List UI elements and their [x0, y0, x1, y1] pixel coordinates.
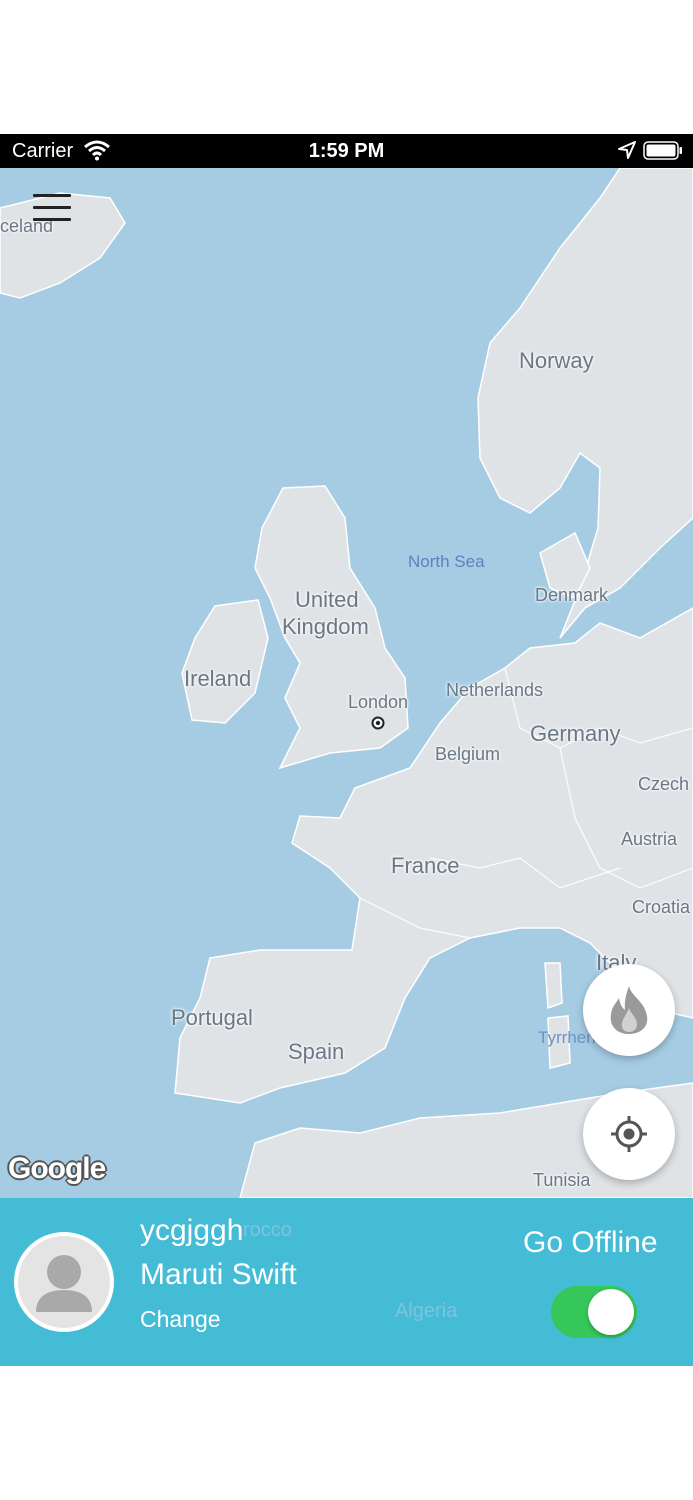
heatmap-button[interactable]	[583, 964, 675, 1056]
map-view[interactable]: celand Norway North Sea Denmark United K…	[0, 168, 693, 1198]
avatar[interactable]	[14, 1232, 114, 1332]
map-label-tunisia: Tunisia	[533, 1170, 591, 1190]
car-name: Maruti Swift	[140, 1258, 297, 1291]
map-label-norway: Norway	[519, 348, 594, 373]
map-label-portugal: Portugal	[171, 1005, 253, 1030]
online-toggle[interactable]	[551, 1286, 637, 1338]
map-label-united: United	[295, 587, 359, 612]
map-label-germany: Germany	[530, 721, 621, 746]
map-label-france: France	[391, 853, 460, 878]
map-label-belgium: Belgium	[435, 744, 501, 764]
crosshair-icon	[611, 1116, 647, 1152]
map-label-ireland: Ireland	[184, 666, 252, 691]
menu-button[interactable]	[33, 194, 71, 222]
google-logo: Google	[8, 1152, 106, 1185]
map-label-kingdom: Kingdom	[282, 614, 369, 639]
map-label-netherlands: Netherlands	[446, 680, 544, 700]
map-label-london: London	[348, 692, 409, 712]
toggle-knob	[588, 1289, 634, 1335]
map-label-denmark: Denmark	[535, 585, 609, 605]
map-label-north-sea: North Sea	[408, 552, 485, 571]
flame-icon	[610, 986, 648, 1034]
london-marker-icon	[371, 716, 385, 730]
change-car-link[interactable]: Change	[140, 1306, 221, 1333]
status-bar: Carrier 1:59 PM	[0, 134, 693, 168]
map-label-morocco: rocco	[243, 1219, 292, 1241]
map-label-croatia: Croatia	[632, 897, 691, 917]
person-icon	[18, 1236, 110, 1328]
map-label-czech: Czech	[638, 774, 690, 794]
location-arrow-icon	[618, 141, 636, 159]
clock: 1:59 PM	[308, 140, 385, 162]
battery-icon	[643, 141, 682, 160]
driver-name: ycgjggh	[140, 1214, 244, 1247]
map-label-algeria: Algeria	[395, 1300, 458, 1322]
map-label-tyrrhenian: Tyrrhen	[538, 1028, 596, 1047]
map-label-spain: Spain	[288, 1039, 345, 1064]
driver-panel: rocco Algeria ycgjggh Maruti Swift Chang…	[0, 1198, 693, 1366]
map-label-austria: Austria	[621, 829, 678, 849]
locate-me-button[interactable]	[583, 1088, 675, 1180]
go-offline-label: Go Offline	[523, 1226, 658, 1259]
